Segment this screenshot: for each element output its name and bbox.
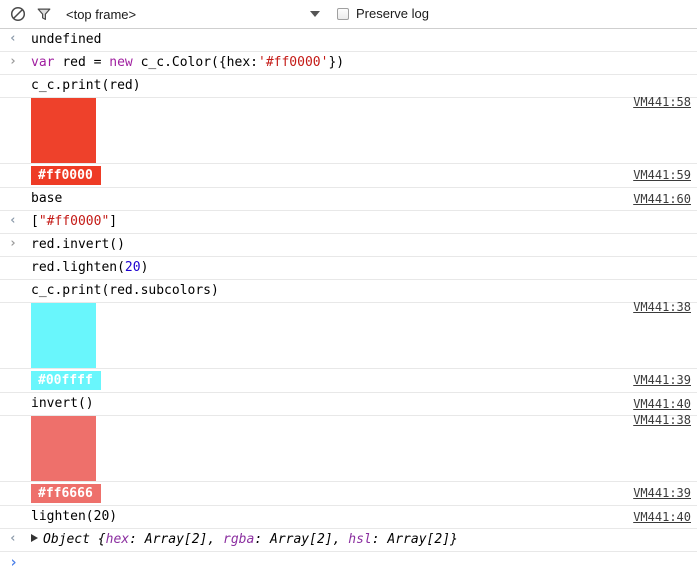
console-text: red.invert() xyxy=(31,237,125,252)
code-token: var xyxy=(31,55,63,70)
hex-color-badge: #ff6666 xyxy=(31,484,101,503)
console-row: c_c.print(red) xyxy=(0,75,697,98)
frame-selector-label[interactable]: <top frame> xyxy=(66,7,136,22)
console-text: c_c.print(red) xyxy=(31,78,141,93)
preserve-log-checkbox[interactable] xyxy=(337,8,349,20)
object-token: : Array[2], xyxy=(254,532,349,547)
color-swatch xyxy=(31,416,96,481)
console-row: ‹ Object {hex: Array[2], rgba: Array[2], … xyxy=(0,529,697,552)
console-code: red.lighten(20) xyxy=(31,260,148,275)
hex-color-badge: #00ffff xyxy=(31,371,101,390)
object-token: : Array[2]} xyxy=(371,532,458,547)
hex-color-badge: #ff0000 xyxy=(31,166,101,185)
console-row: #00ffff VM441:39 xyxy=(0,369,697,393)
input-chevron-icon: › xyxy=(9,236,17,251)
console-code: ["#ff0000"] xyxy=(31,214,117,229)
console-row: ‹ ["#ff0000"] xyxy=(0,211,697,234)
source-link[interactable]: VM441:59 xyxy=(633,166,691,184)
chevron-down-icon[interactable] xyxy=(310,11,320,17)
console-row: #ff0000 VM441:59 xyxy=(0,164,697,188)
output-chevron-icon: ‹ xyxy=(9,213,17,228)
preserve-log-label[interactable]: Preserve log xyxy=(356,6,429,21)
output-chevron-icon: ‹ xyxy=(9,531,17,546)
console-code: var red = new c_c.Color({hex:'#ff0000'}) xyxy=(31,55,344,70)
output-chevron-icon: ‹ xyxy=(9,31,17,46)
console-row: c_c.print(red.subcolors) xyxy=(0,280,697,303)
console-text: undefined xyxy=(31,32,102,47)
object-token: : Array[2], xyxy=(129,532,224,547)
code-token: }) xyxy=(328,55,345,70)
console-row: VM441:58 xyxy=(0,96,697,164)
source-link[interactable]: VM441:39 xyxy=(633,371,691,389)
code-token: ] xyxy=(109,214,118,229)
object-token: Object { xyxy=(43,532,106,547)
object-token: hsl xyxy=(348,532,372,547)
console-text: base xyxy=(31,191,63,206)
console-row: › xyxy=(0,552,697,574)
source-link[interactable]: VM441:40 xyxy=(633,395,691,413)
object-token: rgba xyxy=(223,532,255,547)
disclosure-triangle-icon[interactable] xyxy=(31,534,38,542)
console-message-list: ‹ undefined › var red = new c_c.Color({hex:… xyxy=(0,29,697,574)
object-token: hex xyxy=(105,532,130,547)
filter-button[interactable] xyxy=(33,3,55,25)
prompt-chevron-icon[interactable]: › xyxy=(9,554,25,570)
console-text: invert() xyxy=(31,396,94,411)
console-row: › var red = new c_c.Color({hex:'#ff0000'}… xyxy=(0,52,697,75)
console-toolbar: <top frame> Preserve log xyxy=(0,0,697,29)
code-token: red = xyxy=(62,55,110,70)
console-row: lighten(20) VM441:40 xyxy=(0,506,697,529)
console-row: invert() VM441:40 xyxy=(0,393,697,416)
no-entry-icon xyxy=(10,6,26,22)
console-row: VM441:38 xyxy=(0,301,697,369)
color-swatch xyxy=(31,98,96,163)
code-token: [ xyxy=(31,214,39,229)
console-text: c_c.print(red.subcolors) xyxy=(31,283,219,298)
clear-console-button[interactable] xyxy=(7,3,29,25)
code-token: '#ff0000' xyxy=(258,55,329,70)
console-row: #ff6666 VM441:39 xyxy=(0,482,697,506)
color-swatch xyxy=(31,303,96,368)
code-token: 20 xyxy=(124,260,141,275)
source-link[interactable]: VM441:60 xyxy=(633,190,691,208)
input-chevron-icon: › xyxy=(9,54,17,69)
code-token: new xyxy=(109,55,141,70)
console-text: lighten(20) xyxy=(31,509,118,524)
code-token: red.lighten( xyxy=(31,260,125,275)
console-row: VM441:38 xyxy=(0,414,697,482)
console-row: base VM441:60 xyxy=(0,188,697,211)
console-row: red.lighten(20) xyxy=(0,257,697,280)
code-token: "#ff0000" xyxy=(38,214,110,229)
code-token: ) xyxy=(140,260,149,275)
funnel-icon xyxy=(37,8,51,20)
object-preview[interactable]: Object {hex: Array[2], rgba: Array[2], h… xyxy=(31,532,458,547)
code-token: c_c.Color({hex: xyxy=(140,55,258,70)
console-row: › red.invert() xyxy=(0,234,697,257)
source-link[interactable]: VM441:40 xyxy=(633,508,691,526)
console-row: ‹ undefined xyxy=(0,29,697,52)
source-link[interactable]: VM441:39 xyxy=(633,484,691,502)
